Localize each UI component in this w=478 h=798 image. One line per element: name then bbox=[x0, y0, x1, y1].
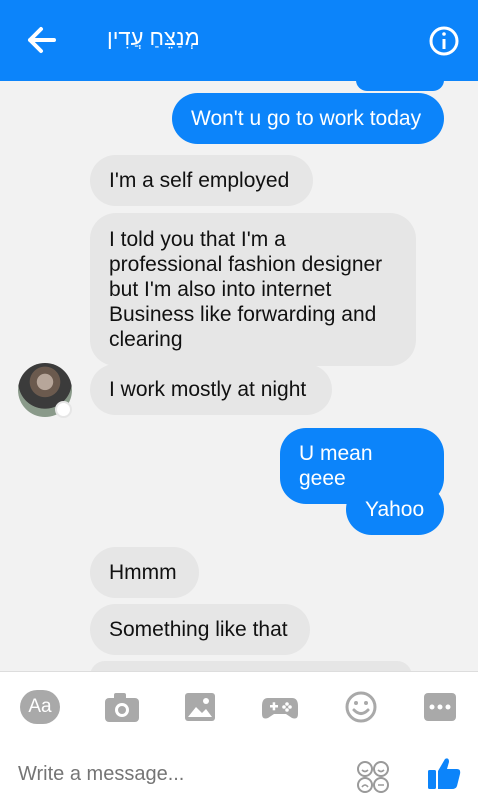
gallery-icon[interactable] bbox=[180, 690, 220, 724]
message-bubble-partial bbox=[90, 661, 412, 671]
more-icon[interactable] bbox=[420, 690, 460, 724]
facebook-badge-icon bbox=[55, 401, 72, 418]
game-icon[interactable] bbox=[260, 690, 300, 724]
message-input[interactable] bbox=[16, 759, 340, 789]
back-arrow-icon[interactable] bbox=[20, 22, 60, 58]
info-icon[interactable] bbox=[428, 25, 460, 57]
composer-toolbar: Aa bbox=[0, 671, 478, 742]
emoji-icon[interactable] bbox=[341, 690, 381, 724]
message-bubble-partial bbox=[356, 81, 444, 91]
message-bubble-outgoing[interactable]: Yahoo bbox=[346, 484, 444, 535]
conversation-title: מְנַצֵּחַ עֲדִין bbox=[107, 25, 200, 50]
message-bubble-outgoing[interactable]: Won't u go to work today bbox=[172, 93, 444, 144]
text-style-icon[interactable]: Aa bbox=[20, 690, 60, 724]
emoji-stickers-icon[interactable] bbox=[356, 760, 390, 794]
message-bubble-incoming[interactable]: I work mostly at night bbox=[90, 364, 332, 415]
message-bubble-incoming[interactable]: Hmmm bbox=[90, 547, 199, 598]
message-bubble-incoming[interactable]: Something like that bbox=[90, 604, 310, 655]
message-bubble-incoming[interactable]: I told you that I'm a professional fashi… bbox=[90, 213, 416, 366]
text-style-label: Aa bbox=[20, 690, 60, 724]
conversation-header: מְנַצֵּחַ עֲדִין bbox=[0, 0, 478, 81]
message-bubble-incoming[interactable]: I'm a self employed bbox=[90, 155, 313, 206]
camera-icon[interactable] bbox=[102, 690, 142, 724]
message-list[interactable]: Won't u go to work today I'm a self empl… bbox=[0, 81, 478, 671]
thumbs-up-icon[interactable] bbox=[426, 755, 462, 791]
message-composer bbox=[0, 741, 478, 798]
